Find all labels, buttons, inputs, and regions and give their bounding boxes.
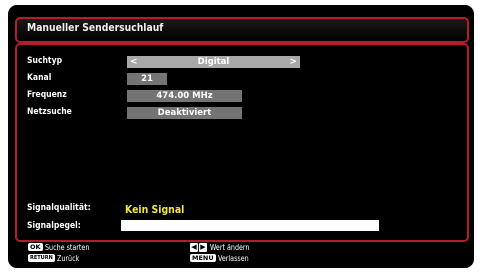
tv-screen: Manueller Sendersuchlauf Suchtyp < Digit… <box>8 5 474 268</box>
menu-key[interactable]: MENU <box>190 254 216 262</box>
hint-change-value: ◀ ▶ Wert ändern <box>190 242 257 252</box>
left-key-icon: ◀ <box>190 242 198 252</box>
left-arrow-icon[interactable]: < <box>130 56 138 68</box>
left-right-keys[interactable]: ◀ ▶ <box>190 242 208 252</box>
return-hint-text: Zurück <box>57 253 80 263</box>
right-arrow-icon[interactable]: > <box>289 56 297 68</box>
change-value-hint-text: Wert ändern <box>210 242 250 252</box>
page-title: Manueller Sendersuchlauf <box>27 22 164 34</box>
ok-hint-text: Suche starten <box>44 242 90 252</box>
search-type-value: Digital <box>197 57 230 67</box>
title-bar: Manueller Sendersuchlauf <box>15 17 469 43</box>
ok-key[interactable]: OK <box>28 243 43 251</box>
menu-hint-text: Verlassen <box>218 253 249 263</box>
signal-quality-label: Signalqualität: <box>27 203 91 213</box>
frequency-label: Frequenz <box>27 90 67 100</box>
hint-return: RETURN Zurück <box>28 253 83 263</box>
signal-quality-value: Kein Signal <box>125 203 185 216</box>
frequency-field[interactable]: 474.00 MHz <box>127 90 242 102</box>
return-key[interactable]: RETURN <box>28 254 55 262</box>
network-search-label: Netzsuche <box>27 107 72 117</box>
search-type-selector[interactable]: < Digital > <box>127 56 300 68</box>
footer-help: OK Suche starten RETURN Zurück ◀ ▶ Wert … <box>8 242 474 268</box>
search-type-label: Suchtyp <box>27 56 63 66</box>
signal-level-bar <box>121 220 379 231</box>
channel-field[interactable]: 21 <box>127 73 167 85</box>
hint-menu: MENU Verlassen <box>190 253 254 263</box>
network-search-field[interactable]: Deaktiviert <box>127 107 242 119</box>
channel-label: Kanal <box>27 73 52 83</box>
settings-panel: Suchtyp < Digital > Kanal 21 Frequenz 47… <box>15 43 469 242</box>
hint-ok: OK Suche starten <box>28 242 97 252</box>
right-key-icon: ▶ <box>199 242 207 252</box>
signal-level-label: Signalpegel: <box>27 221 81 231</box>
